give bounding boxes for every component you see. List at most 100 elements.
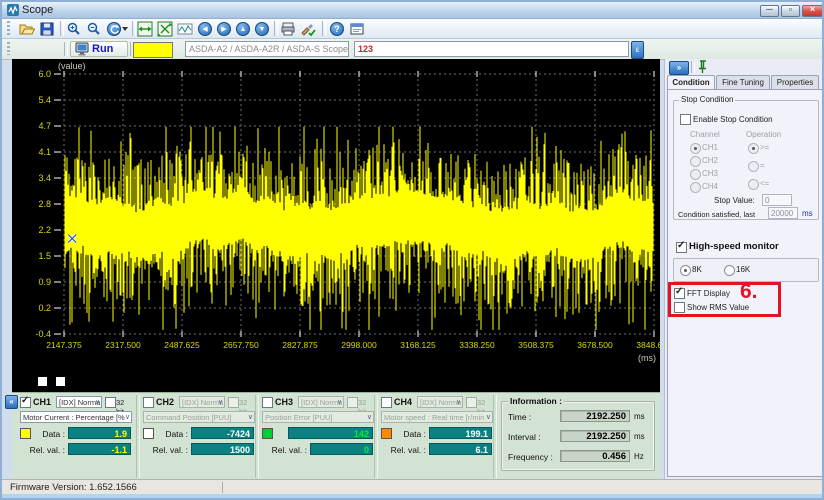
- fit-screen-icon[interactable]: [156, 20, 174, 37]
- apply-value-button[interactable]: ε: [631, 41, 644, 59]
- svg-text:2.2: 2.2: [38, 225, 51, 235]
- pan-up-icon[interactable]: ▲: [234, 20, 252, 37]
- ch1-rel-value: -1.1: [68, 443, 131, 455]
- tab-fine-tuning[interactable]: Fine Tuning: [716, 75, 770, 89]
- ch1-enable-checkbox[interactable]: [20, 397, 31, 408]
- ch3-color-swatch[interactable]: [262, 428, 273, 439]
- pin-icon[interactable]: [696, 60, 709, 74]
- status-bar: Firmware Version: 1.652.1566: [2, 479, 822, 495]
- chart-checkbox-1[interactable]: [38, 377, 47, 386]
- operation-eq-radio: [748, 161, 759, 172]
- pan-right-icon[interactable]: ▶: [215, 20, 233, 37]
- close-button[interactable]: ×: [802, 5, 823, 17]
- enable-stop-condition-checkbox[interactable]: [680, 114, 691, 125]
- svg-text:3.4: 3.4: [38, 173, 51, 183]
- main-toolbar: ◀ ▶ ▲ ▼ ?: [2, 19, 822, 39]
- title-bar: Scope ─ ▫ ×: [2, 2, 822, 19]
- toolbar-separator: [274, 21, 278, 36]
- ch4-rel-label: Rel. val. :: [381, 445, 426, 455]
- channel-panel-ch4: CH4 [IDX] Norma 32 bit Motor speed : Rea…: [379, 395, 495, 477]
- collapse-panel-icon[interactable]: »: [669, 61, 689, 75]
- interval-value: 2192.250: [560, 430, 630, 442]
- toolbar-grip[interactable]: [7, 21, 10, 35]
- buffer-8k-radio[interactable]: [680, 265, 691, 276]
- show-rms-checkbox[interactable]: [674, 302, 685, 313]
- save-icon[interactable]: [38, 20, 56, 37]
- chart-checkbox-2[interactable]: [56, 377, 65, 386]
- pan-left-icon[interactable]: ◀: [196, 20, 214, 37]
- highlight-box: FFT Display Show RMS Value: [668, 282, 781, 317]
- operation-gte-label: >=: [760, 143, 769, 152]
- ch3-mode-dropdown: [IDX] Norma: [298, 396, 344, 408]
- settings-panel: » Condition Fine Tuning Properties Stop …: [664, 59, 823, 479]
- fft-display-checkbox[interactable]: [674, 288, 685, 299]
- ch3-enable-checkbox[interactable]: [262, 397, 273, 408]
- scope-plot: 2147.3752317.5002487.6252657.7502827.875…: [12, 59, 660, 392]
- svg-text:2657.750: 2657.750: [223, 340, 259, 350]
- zoom-out-icon[interactable]: [85, 20, 103, 37]
- svg-text:0.2: 0.2: [38, 303, 51, 313]
- time-value: 2192.250: [560, 410, 630, 422]
- tab-condition[interactable]: Condition: [667, 75, 715, 90]
- stop-channel-ch2-radio: [690, 156, 701, 167]
- toolbar-separator: [60, 21, 64, 36]
- high-speed-monitor-checkbox[interactable]: [676, 242, 687, 253]
- buffer-8k-label: 8K: [692, 265, 702, 274]
- value-input[interactable]: 123: [354, 41, 629, 57]
- operation-group-label: Operation: [746, 130, 781, 139]
- minimize-button[interactable]: ─: [760, 5, 779, 17]
- toolbar-grip[interactable]: [7, 42, 10, 55]
- parameter-window-icon[interactable]: [348, 20, 366, 37]
- condition-satisfied-unit: ms: [802, 209, 813, 218]
- operation-gte-radio: [748, 143, 759, 154]
- ch2-data-value: -7424: [191, 427, 254, 439]
- ch4-enable-checkbox[interactable]: [381, 397, 392, 408]
- ch4-color-swatch[interactable]: [381, 428, 392, 439]
- ch1-32bit-checkbox[interactable]: [105, 397, 116, 408]
- buffer-16k-radio[interactable]: [724, 265, 735, 276]
- stop-channel-ch1-radio: [690, 143, 701, 154]
- ch1-signal-dropdown[interactable]: Motor Current : Percentage [%: [20, 411, 132, 423]
- ch3-rel-value: 0: [310, 443, 373, 455]
- ch4-mode-dropdown: [IDX] Norma: [417, 396, 463, 408]
- ch2-signal-dropdown: Command Position [PUU]: [143, 411, 255, 423]
- scope-chart[interactable]: 2147.3752317.5002487.6252657.7502827.875…: [12, 59, 660, 392]
- ch3-rel-label: Rel. val. :: [262, 445, 307, 455]
- operation-lte-radio: [748, 179, 759, 190]
- ch2-color-swatch[interactable]: [143, 428, 154, 439]
- app-icon: [7, 4, 19, 16]
- zoom-reset-dropdown-icon[interactable]: [120, 20, 130, 37]
- ch2-enable-checkbox[interactable]: [143, 397, 154, 408]
- active-channel-color-swatch[interactable]: [133, 42, 173, 58]
- zoom-in-icon[interactable]: [65, 20, 83, 37]
- run-button[interactable]: Run: [70, 41, 128, 57]
- ch1-color-swatch[interactable]: [20, 428, 31, 439]
- help-icon[interactable]: ?: [328, 20, 346, 37]
- collapse-channel-panel-icon[interactable]: «: [5, 395, 18, 409]
- clean-icon[interactable]: [299, 20, 317, 37]
- operation-lte-label: <=: [760, 179, 769, 188]
- stop-channel-ch4-label: CH4: [702, 182, 718, 191]
- print-icon[interactable]: [279, 20, 297, 37]
- step-annotation: 6.: [740, 280, 758, 304]
- stop-channel-ch3-label: CH3: [702, 169, 718, 178]
- ch4-signal-dropdown: Motor speed : Real time [r/min: [381, 411, 493, 423]
- fit-width-icon[interactable]: [136, 20, 154, 37]
- pan-down-icon[interactable]: ▼: [253, 20, 271, 37]
- toolbar-separator: [691, 61, 695, 73]
- svg-text:5.4: 5.4: [38, 95, 51, 105]
- channel-panel-ch2: CH2 [IDX] Norma 32 bit Command Position …: [141, 395, 257, 477]
- trace-icon[interactable]: [176, 20, 194, 37]
- svg-text:2998.000: 2998.000: [341, 340, 377, 350]
- ch1-rel-label: Rel. val. :: [20, 445, 65, 455]
- stop-condition-title: Stop Condition: [679, 95, 735, 104]
- scope-toolbar: Run ASDA-A2 / ASDA-A2R / ASDA-S Scope 12…: [2, 39, 822, 60]
- ch4-data-value: 199.1: [429, 427, 492, 439]
- interval-label: Interval :: [508, 432, 541, 442]
- open-icon[interactable]: [18, 20, 36, 37]
- model-selector[interactable]: ASDA-A2 / ASDA-A2R / ASDA-S Scope: [185, 41, 349, 57]
- tab-properties[interactable]: Properties: [771, 75, 819, 89]
- ch3-data-value: 142: [288, 427, 373, 439]
- ch1-mode-dropdown[interactable]: [IDX] Norma: [56, 396, 102, 408]
- maximize-button[interactable]: ▫: [781, 5, 800, 17]
